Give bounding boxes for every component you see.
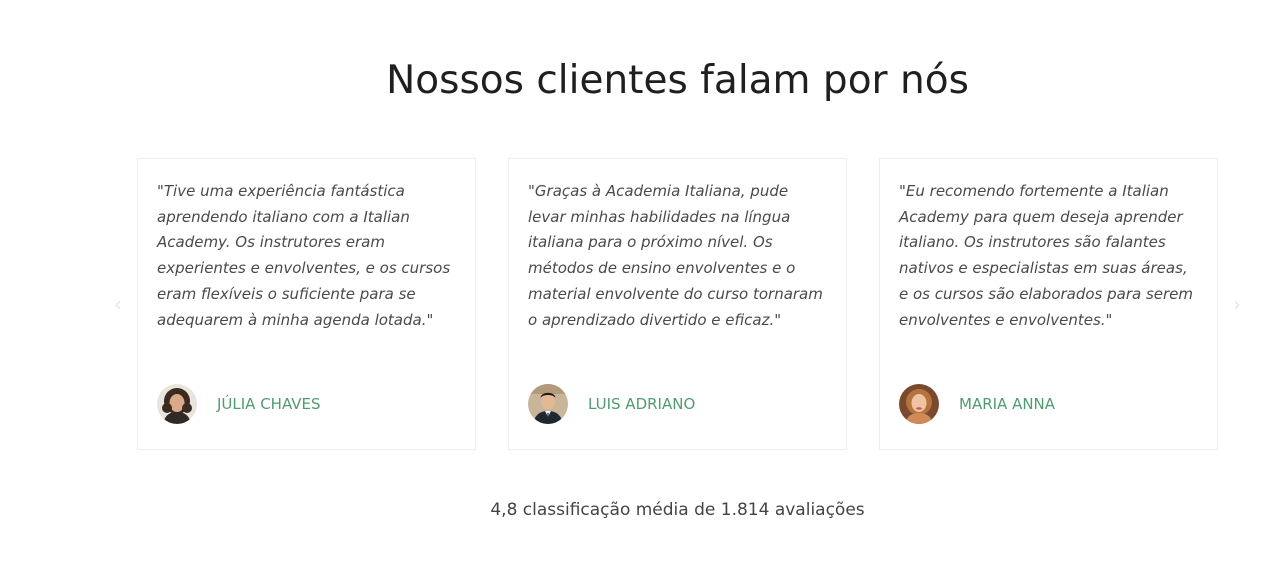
carousel-prev-button[interactable]: ‹ xyxy=(110,293,126,315)
testimonial-author: MARIA ANNA xyxy=(899,384,1055,424)
chevron-left-icon: ‹ xyxy=(114,292,122,316)
testimonial-quote: "Graças à Academia Italiana, pude levar … xyxy=(528,182,823,329)
author-name: LUIS ADRIANO xyxy=(588,395,696,413)
testimonial-quote: "Tive uma experiência fantástica aprende… xyxy=(157,182,451,329)
testimonials-carousel: ‹ "Tive uma experiência fantástica apren… xyxy=(0,0,1270,584)
rating-summary: 4,8 classificação média de 1.814 avaliaç… xyxy=(490,500,865,520)
testimonial-author: LUIS ADRIANO xyxy=(528,384,695,424)
man-suit-avatar-icon xyxy=(528,384,568,424)
testimonial-card: "Graças à Academia Italiana, pude levar … xyxy=(508,158,847,450)
author-name: JÚLIA CHAVES xyxy=(217,395,321,413)
chevron-right-icon: › xyxy=(1233,292,1241,316)
testimonial-card: "Tive uma experiência fantástica aprende… xyxy=(137,158,476,450)
testimonial-card: "Eu recomendo fortemente a Italian Acade… xyxy=(879,158,1218,450)
woman-curly-hair-avatar-icon xyxy=(157,384,197,424)
testimonial-quote: "Eu recomendo fortemente a Italian Acade… xyxy=(899,182,1194,329)
testimonial-author: JÚLIA CHAVES xyxy=(157,384,321,424)
carousel-next-button[interactable]: › xyxy=(1229,293,1245,315)
woman-blonde-avatar-icon xyxy=(899,384,939,424)
author-name: MARIA ANNA xyxy=(959,395,1056,413)
